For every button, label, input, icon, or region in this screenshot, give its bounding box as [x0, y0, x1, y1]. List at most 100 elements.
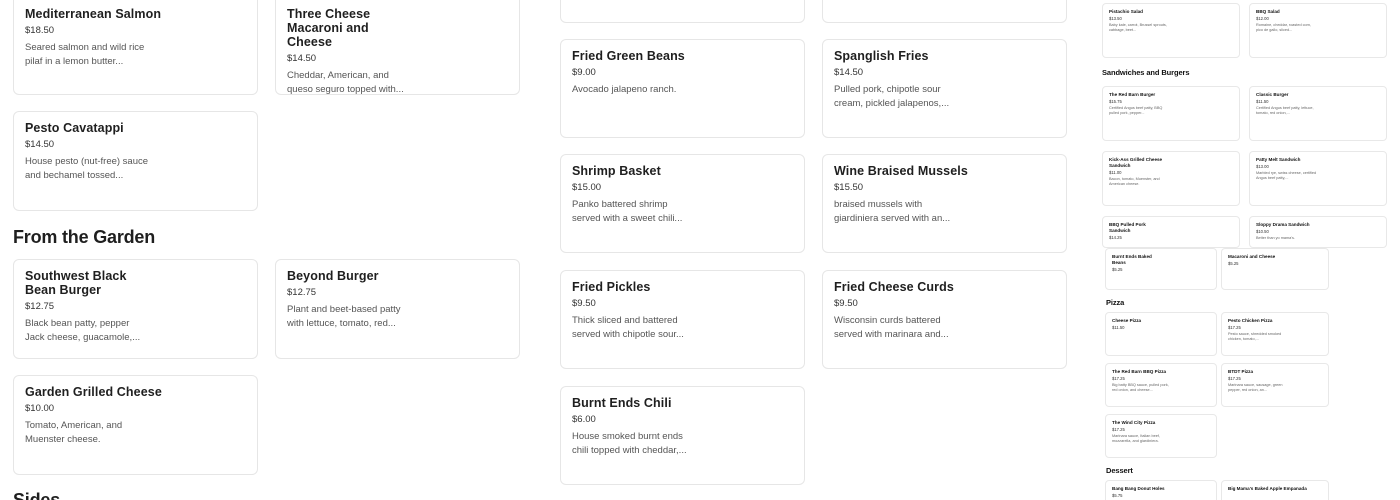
- item-name: Fried Cheese Curds: [834, 280, 954, 294]
- item-description: Pulled pork, chipotle sour cream, pickle…: [834, 84, 950, 109]
- preview-item-card[interactable]: BBQ Salad $12.00 Romaine, cheddar, roast…: [1249, 3, 1387, 58]
- preview-item-name: Burnt Ends Baked Beans: [1112, 254, 1152, 265]
- item-price: $12.75: [25, 301, 55, 312]
- item-name: Fried Green Beans: [572, 49, 685, 63]
- preview-item-name: Pistachio Salad: [1109, 9, 1143, 14]
- item-name: Wine Braised Mussels: [834, 164, 968, 178]
- preview-section-heading: Sandwiches and Burgers: [1102, 68, 1190, 77]
- preview-item-name: Patty Melt Sandwich: [1256, 157, 1301, 162]
- preview-item-name: Classic Burger: [1256, 92, 1289, 97]
- menu-item-card[interactable]: Shrimp Basket $15.00 Panko battered shri…: [560, 154, 805, 253]
- item-name: Mediterranean Salmon: [25, 7, 162, 21]
- item-price: $15.50: [834, 182, 864, 193]
- item-name: Spanglish Fries: [834, 49, 929, 63]
- preview-item-description: Better than yo mama's.: [1256, 236, 1295, 240]
- preview-item-price: $14.25: [1109, 235, 1122, 240]
- item-name: Shrimp Basket: [572, 164, 661, 178]
- preview-item-description: Marbled rye, swiss cheese, certified Ang…: [1256, 171, 1317, 180]
- menu-item-card[interactable]: Wine Braised Mussels $15.50 braised muss…: [822, 154, 1067, 253]
- item-description: Panko battered shrimp served with a swee…: [572, 199, 683, 224]
- preview-item-name: Bang Bang Donut Holes: [1112, 486, 1165, 491]
- preview-item-card[interactable]: Kick-Ass Grilled Cheese Sandwich $11.00 …: [1102, 151, 1240, 206]
- item-description: Black bean patty, pepper Jack cheese, gu…: [25, 318, 141, 343]
- preview-item-price: $11.50: [1256, 99, 1269, 104]
- preview-item-price: $17.25: [1112, 427, 1125, 432]
- item-name: Garden Grilled Cheese: [25, 385, 162, 399]
- item-name: Fried Pickles: [572, 280, 651, 294]
- item-description: Plant and beet-based patty with lettuce,…: [287, 304, 401, 329]
- menu-item-card[interactable]: [560, 0, 805, 23]
- preview-item-card[interactable]: The Red Barn BBQ Pizza $17.25 Big batty …: [1105, 363, 1217, 407]
- item-description: Thick sliced and battered served with ch…: [572, 315, 684, 340]
- item-description: braised mussels with giardiniera served …: [834, 199, 951, 224]
- item-description: Wisconsin curds battered served with mar…: [834, 315, 949, 340]
- menu-item-card[interactable]: Mediterranean Salmon $18.50 Seared salmo…: [13, 0, 258, 95]
- preview-item-card[interactable]: BBQ Pulled Pork Sandwich $14.25: [1102, 216, 1240, 248]
- item-name: Beyond Burger: [287, 269, 379, 283]
- item-price: $10.00: [25, 403, 55, 414]
- menu-item-card[interactable]: Garden Grilled Cheese $10.00 Tomato, Ame…: [13, 375, 258, 475]
- preview-item-description: Marinara sauce, Italian beef, mozzarella…: [1112, 434, 1160, 443]
- preview-item-name: BBQ Salad: [1256, 9, 1280, 14]
- preview-item-card[interactable]: Pistachio Salad $13.50 Baby kale, carrot…: [1102, 3, 1240, 58]
- preview-item-price: $13.00: [1256, 164, 1269, 169]
- preview-item-name: The Wind City Pizza: [1112, 420, 1156, 425]
- preview-item-description: Bacon, tomato, Muenster, and American ch…: [1109, 177, 1160, 186]
- menu-item-card[interactable]: Southwest Black Bean Burger $12.75 Black…: [13, 259, 258, 359]
- preview-item-name: BTDT Pizza: [1228, 369, 1254, 374]
- preview-item-card[interactable]: Patty Melt Sandwich $13.00 Marbled rye, …: [1249, 151, 1387, 206]
- item-name: Three Cheese Macaroni and Cheese: [287, 7, 371, 49]
- menu-item-card[interactable]: Beyond Burger $12.75 Plant and beet-base…: [275, 259, 520, 359]
- item-description: House pesto (nut-free) sauce and bechame…: [25, 156, 149, 181]
- preview-section-heading: Dessert: [1106, 466, 1133, 475]
- preview-item-price: $10.50: [1256, 229, 1269, 234]
- preview-item-price: $13.50: [1109, 16, 1122, 21]
- preview-item-card[interactable]: Big Mama's Baked Apple Empanada: [1221, 480, 1329, 500]
- preview-item-name: Cheese Pizza: [1112, 318, 1142, 323]
- preview-item-description: Marinara sauce, sausage, green pepper, r…: [1228, 383, 1283, 392]
- item-price: $9.00: [572, 67, 596, 78]
- preview-item-description: Big batty BBQ sauce, pulled pork, red on…: [1112, 383, 1169, 392]
- preview-item-price: $17.25: [1112, 376, 1125, 381]
- menu-item-card[interactable]: Fried Cheese Curds $9.50 Wisconsin curds…: [822, 270, 1067, 369]
- preview-item-card[interactable]: Pesto Chicken Pizza $17.25 Pesto sauce, …: [1221, 312, 1329, 356]
- preview-item-description: Pesto sauce, shredded smoked chicken, to…: [1228, 332, 1282, 341]
- preview-item-name: Big Mama's Baked Apple Empanada: [1228, 486, 1307, 491]
- preview-item-description: Certified Angus beef patty, lettuce, tom…: [1256, 106, 1314, 115]
- preview-item-card[interactable]: Macaroni and Cheese $5.25: [1221, 248, 1329, 290]
- item-price: $14.50: [834, 67, 864, 78]
- preview-item-name: Sloppy Drama Sandwich: [1256, 222, 1310, 227]
- preview-item-card[interactable]: Classic Burger $11.50 Certified Angus be…: [1249, 86, 1387, 141]
- preview-item-price: $17.25: [1228, 325, 1241, 330]
- menu-item-card[interactable]: [822, 0, 1067, 23]
- preview-section-heading: Pizza: [1106, 298, 1125, 307]
- menu-item-card[interactable]: Spanglish Fries $14.50 Pulled pork, chip…: [822, 39, 1067, 138]
- preview-item-card[interactable]: Burnt Ends Baked Beans $5.25: [1105, 248, 1217, 290]
- preview-item-description: Romaine, cheddar, roasted corn, pico de …: [1256, 23, 1312, 32]
- preview-item-description: Certified Angus beef patty, BBQ pulled p…: [1109, 106, 1163, 115]
- preview-item-card[interactable]: The Wind City Pizza $17.25 Marinara sauc…: [1105, 414, 1217, 458]
- preview-item-card[interactable]: BTDT Pizza $17.25 Marinara sauce, sausag…: [1221, 363, 1329, 407]
- menu-item-card[interactable]: Burnt Ends Chili $6.00 House smoked burn…: [560, 386, 805, 485]
- item-price: $14.50: [287, 53, 317, 64]
- preview-item-name: BBQ Pulled Pork Sandwich: [1109, 222, 1146, 233]
- preview-item-price: $5.75: [1112, 493, 1123, 498]
- preview-item-price: $15.75: [1109, 99, 1122, 104]
- item-name: Burnt Ends Chili: [572, 396, 672, 410]
- item-description: Seared salmon and wild rice pilaf in a l…: [25, 42, 145, 67]
- preview-item-price: $17.25: [1228, 376, 1241, 381]
- preview-item-card[interactable]: Bang Bang Donut Holes $5.75: [1105, 480, 1217, 500]
- item-description: House smoked burnt ends chili topped wit…: [572, 431, 687, 456]
- preview-item-price: $5.25: [1228, 261, 1239, 266]
- item-price: $14.50: [25, 139, 55, 150]
- preview-item-card[interactable]: Cheese Pizza $11.50: [1105, 312, 1217, 356]
- preview-item-card[interactable]: The Red Barn Burger $15.75 Certified Ang…: [1102, 86, 1240, 141]
- menu-item-card[interactable]: Three Cheese Macaroni and Cheese $14.50 …: [275, 0, 520, 95]
- section-heading: From the Garden: [13, 227, 156, 247]
- preview-item-description: Baby kale, carrot, Brussel sprouts, cabb…: [1109, 23, 1167, 32]
- menu-item-card[interactable]: Pesto Cavatappi $14.50 House pesto (nut-…: [13, 111, 258, 211]
- preview-item-card[interactable]: Sloppy Drama Sandwich $10.50 Better than…: [1249, 216, 1387, 248]
- item-price: $9.50: [834, 298, 858, 309]
- menu-item-card[interactable]: Fried Pickles $9.50 Thick sliced and bat…: [560, 270, 805, 369]
- menu-item-card[interactable]: Fried Green Beans $9.00 Avocado jalapeno…: [560, 39, 805, 138]
